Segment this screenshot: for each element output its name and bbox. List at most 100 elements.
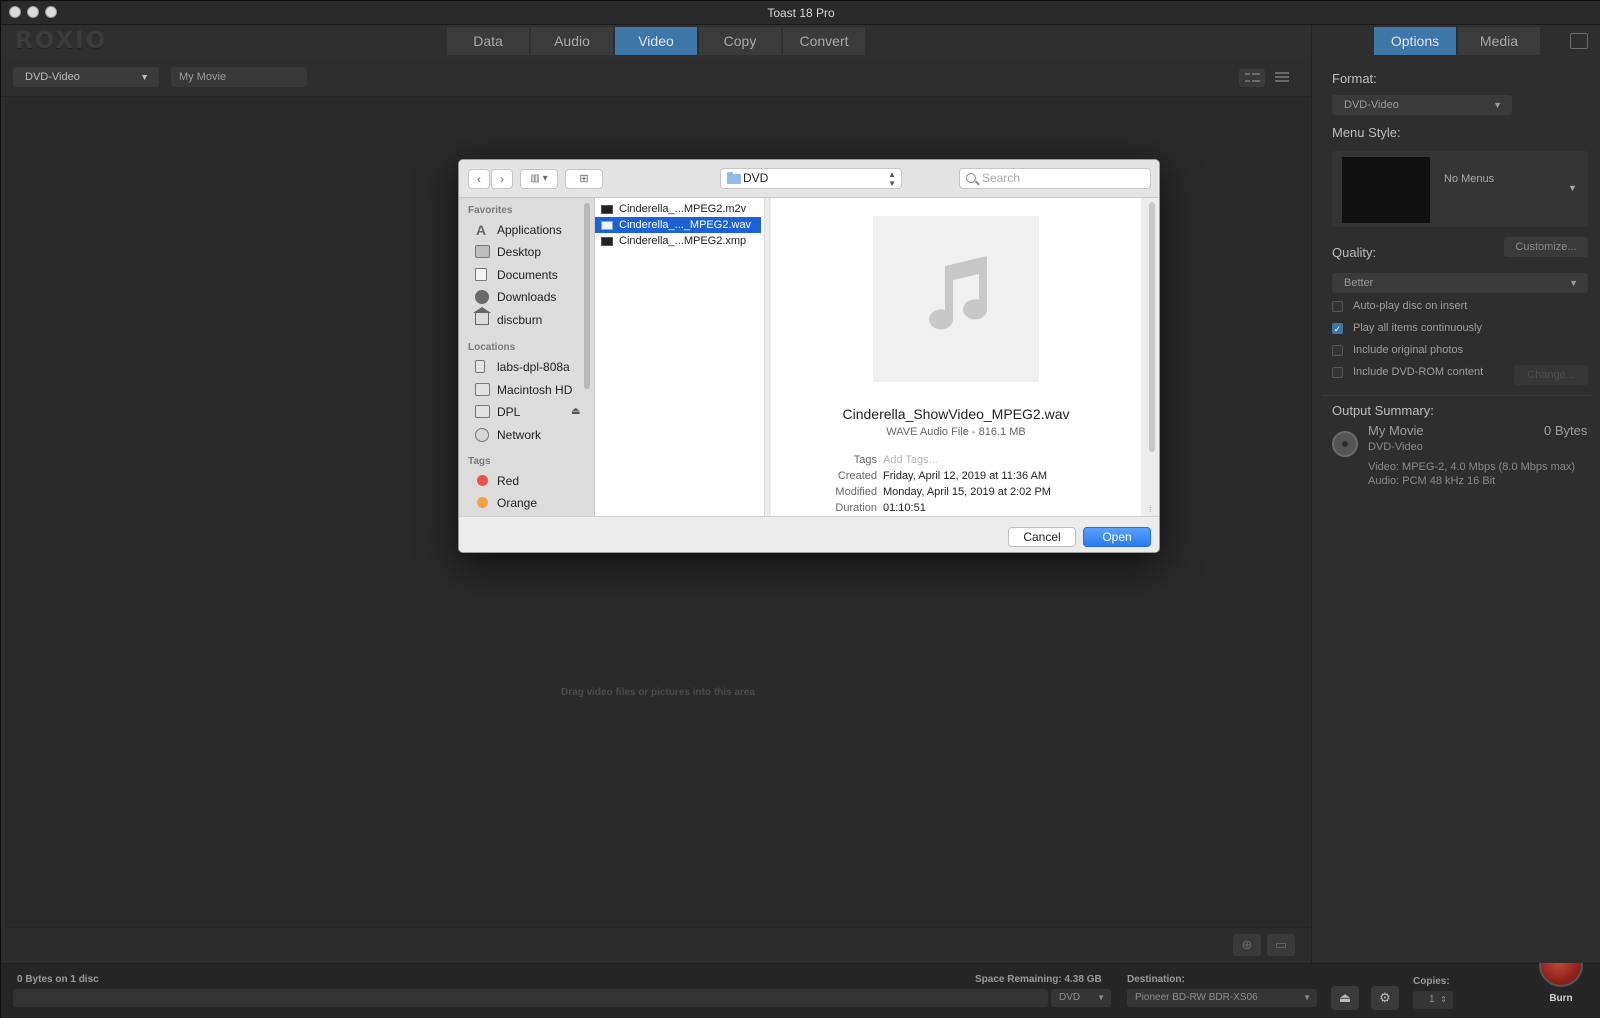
documents-icon — [475, 268, 487, 281]
sidebar-item-downloads[interactable]: Downloads — [475, 287, 585, 307]
copies-stepper[interactable]: 1 ⇕ — [1413, 991, 1453, 1009]
add-file-button[interactable]: ⊕ — [1233, 934, 1261, 956]
chevron-down-icon: ▼ — [140, 72, 149, 82]
sidebar-item-tag-red[interactable]: Red — [475, 471, 585, 491]
sidebar-item-macintosh-hd[interactable]: Macintosh HD — [475, 380, 585, 400]
sidebar-item-discburn[interactable]: discburn — [473, 307, 585, 330]
dialog-sidebar: Favorites Applications Desktop Documents… — [459, 198, 595, 516]
output-name: My Movie — [1368, 423, 1424, 438]
view-mode-button[interactable]: ▥ ▾ — [520, 169, 558, 189]
folder-icon: ⊞ — [579, 173, 589, 185]
preview-scrollbar[interactable] — [1149, 202, 1155, 452]
external-drive-icon — [475, 405, 490, 418]
sidebar-item-tag-orange[interactable]: Orange — [475, 493, 585, 513]
tab-video[interactable]: Video — [615, 27, 697, 55]
play-all-checkbox[interactable]: ✓ — [1332, 323, 1343, 334]
quality-value: Better — [1344, 277, 1374, 289]
path-popup[interactable]: DVD ▲ ▼ — [720, 168, 902, 189]
back-button[interactable]: ‹ — [468, 169, 490, 189]
output-video: Video: MPEG-2, 4.0 Mbps (8.0 Mbps max) — [1368, 461, 1576, 473]
modified-meta-label: Modified — [835, 486, 877, 498]
customize-button[interactable]: Customize... — [1504, 237, 1588, 257]
preview-file-kind: WAVE Audio File - 816.1 MB — [886, 426, 1026, 438]
format-select[interactable]: DVD-Video ▼ — [1332, 95, 1512, 115]
search-input[interactable]: Search — [959, 168, 1151, 189]
sidebar-item-labs-dpl-808a[interactable]: labs-dpl-808a — [475, 357, 585, 377]
sidebar-item-label: Network — [497, 428, 542, 442]
tab-copy[interactable]: Copy — [699, 27, 781, 55]
columns-view-icon: ▥ ▾ — [530, 173, 548, 184]
column-divider[interactable] — [769, 198, 770, 516]
remove-file-button[interactable]: ▭ — [1267, 934, 1295, 956]
sidebar-item-label: Documents — [497, 268, 558, 282]
original-photos-checkbox[interactable] — [1332, 345, 1343, 356]
hard-drive-icon — [475, 383, 490, 396]
destination-select[interactable]: Pioneer BD-RW BDR-XS06 ▼ — [1127, 989, 1317, 1007]
tab-data[interactable]: Data — [447, 27, 529, 55]
grid-view-icon-line — [1252, 73, 1260, 75]
settings-button[interactable]: ⚙ — [1371, 986, 1399, 1010]
open-button[interactable]: Open — [1083, 527, 1151, 547]
play-all-label: Play all items continuously — [1353, 322, 1483, 334]
orange-tag-icon — [477, 497, 488, 508]
file-item-selected[interactable]: Cinderella_..._MPEG2.wav — [595, 217, 761, 233]
bytes-on-disc: 0 Bytes on 1 disc — [17, 974, 99, 985]
project-format-value: DVD-Video — [25, 71, 80, 83]
add-tags-field[interactable]: Add Tags... — [883, 454, 938, 466]
file-column: Cinderella_...MPEG2.m2v Cinderella_..._M… — [595, 198, 765, 516]
quality-select[interactable]: Better ▼ — [1332, 273, 1588, 293]
change-button[interactable]: Change... — [1514, 365, 1588, 385]
project-format-select[interactable]: DVD-Video ▼ — [13, 67, 159, 87]
tab-convert[interactable]: Convert — [783, 27, 865, 55]
autoplay-checkbox[interactable] — [1332, 301, 1343, 312]
sidebar-item-desktop[interactable]: Desktop — [475, 242, 585, 262]
format-label: Format: — [1332, 71, 1377, 86]
computer-icon — [475, 360, 485, 373]
file-item[interactable]: Cinderella_...MPEG2.xmp — [595, 233, 761, 249]
sidebar-scrollbar[interactable] — [584, 203, 590, 389]
sidebar-item-documents[interactable]: Documents — [475, 265, 585, 285]
tab-options[interactable]: Options — [1374, 27, 1456, 55]
copies-value: 1 — [1429, 994, 1435, 1005]
disc-type-select[interactable]: DVD ▼ — [1051, 989, 1111, 1007]
sidebar-item-network[interactable]: Network — [475, 425, 585, 445]
detach-panel-icon[interactable] — [1570, 33, 1588, 49]
eject-icon[interactable]: ⏏ — [571, 402, 580, 422]
list-view-icon-line — [1275, 80, 1289, 82]
forward-button[interactable]: › — [491, 169, 513, 189]
applications-icon — [475, 220, 490, 240]
dvd-rom-checkbox[interactable] — [1332, 367, 1343, 378]
list-view-icon — [1275, 72, 1289, 74]
sidebar-item-label: Downloads — [497, 290, 557, 304]
cancel-button[interactable]: Cancel — [1008, 527, 1076, 547]
resize-grip-icon[interactable]: ⁞ — [1149, 504, 1152, 514]
sidebar-item-applications[interactable]: Applications — [475, 220, 585, 240]
grid-view-icon-line — [1245, 80, 1250, 82]
path-value: DVD — [743, 171, 769, 185]
desktop-icon — [475, 245, 490, 258]
list-view-button[interactable] — [1269, 69, 1295, 87]
file-preview: Cinderella_ShowVideo_MPEG2.wav WAVE Audi… — [771, 198, 1141, 516]
dvd-rom-label: Include DVD-ROM content — [1353, 366, 1484, 378]
new-folder-button[interactable]: ⊞ — [565, 169, 603, 189]
menu-style-picker[interactable]: No Menus ▼ — [1332, 151, 1588, 227]
music-note-icon — [929, 256, 987, 330]
sidebar-item-dpl[interactable]: DPL ⏏ — [475, 402, 585, 422]
stepper-arrows-icon: ⇕ — [1440, 995, 1447, 1004]
destination-value: Pioneer BD-RW BDR-XS06 — [1135, 992, 1258, 1003]
space-remaining: Space Remaining: 4.38 GB — [975, 974, 1102, 985]
copies-label: Copies: — [1413, 976, 1450, 987]
movie-name-field[interactable]: My Movie — [171, 67, 307, 87]
tab-audio[interactable]: Audio — [531, 27, 613, 55]
eject-button[interactable]: ⏏ — [1331, 986, 1359, 1010]
grid-view-icon-line — [1252, 80, 1260, 82]
tags-meta-label: Tags — [853, 454, 877, 466]
chevron-down-icon: ▼ — [1568, 183, 1577, 193]
thumbnail-view-button[interactable] — [1239, 69, 1265, 87]
drop-hint: Drag video files or pictures into this a… — [561, 687, 755, 698]
file-item[interactable]: Cinderella_...MPEG2.m2v — [595, 201, 761, 217]
tab-media[interactable]: Media — [1458, 27, 1540, 55]
original-photos-label: Include original photos — [1353, 344, 1464, 356]
disc-icon — [1332, 431, 1358, 457]
chevron-right-icon: › — [500, 172, 504, 186]
